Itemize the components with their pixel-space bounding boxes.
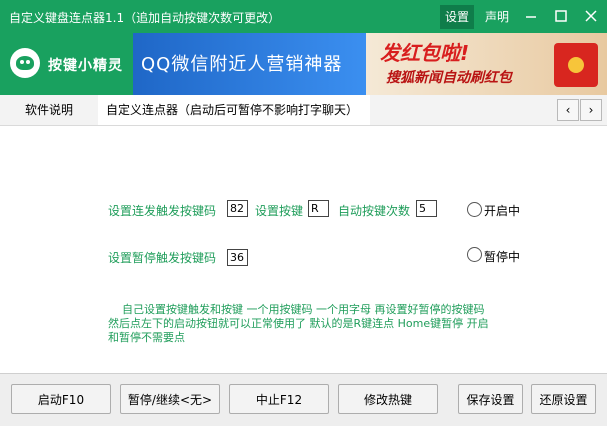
close-button[interactable] [576, 0, 606, 33]
tab-bar: 软件说明 自定义连点器（启动后可暂停不影响打字聊天） ‹ › [0, 95, 607, 126]
app-logo-icon [10, 48, 40, 78]
red-envelope-icon [554, 43, 598, 87]
restore-settings-button[interactable]: 还原设置 [531, 384, 596, 414]
description-line: 自己设置按键触发和按键 一个用按键码 一个用字母 再设置好暂停的按键码 [108, 303, 485, 316]
header-banner: 按键小精灵 QQ微信附近人营销神器 发红包啦! 搜狐新闻自动刷红包 [0, 33, 607, 95]
ad-banner-hongbao[interactable]: 发红包啦! 搜狐新闻自动刷红包 [366, 33, 607, 95]
status-pause-radio[interactable] [467, 247, 482, 262]
ad-banner-hongbao-title: 发红包啦! [380, 41, 470, 65]
ad-banner-qq[interactable]: QQ微信附近人营销神器 [133, 33, 366, 95]
chevron-left-icon: ‹ [565, 103, 571, 117]
app-name: 按键小精灵 [48, 58, 123, 74]
tab-scroll-right-button[interactable]: › [580, 99, 602, 121]
usage-description: 自己设置按键触发和按键 一个用按键码 一个用字母 再设置好暂停的按键码 然后点左… [108, 303, 548, 345]
pause-resume-button[interactable]: 暂停/继续<无> [120, 384, 220, 414]
set-key-label: 设置按键 [255, 204, 304, 218]
set-key-input[interactable]: R [308, 200, 329, 217]
ad-banner-qq-text: QQ微信附近人营销神器 [141, 54, 343, 75]
status-on-label: 开启中 [484, 204, 521, 218]
auto-count-input[interactable]: 5 [416, 200, 437, 217]
bottom-toolbar: 启动F10 暂停/继续<无> 中止F12 修改热键 保存设置 还原设置 [0, 373, 607, 426]
pause-key-input[interactable]: 36 [227, 249, 248, 266]
maximize-button[interactable] [546, 0, 576, 33]
tab-software-info[interactable]: 软件说明 [0, 95, 98, 125]
app-window: 自定义键盘连点器1.1（追加自动按键次数可更改） 设置 声明 按键小精灵 QQ微… [0, 0, 607, 426]
status-pause-label: 暂停中 [484, 250, 521, 264]
modify-hotkey-button[interactable]: 修改热键 [338, 384, 438, 414]
declare-menu-button[interactable]: 声明 [480, 5, 514, 29]
stop-button[interactable]: 中止F12 [229, 384, 329, 414]
minimize-button[interactable] [516, 0, 546, 33]
maximize-icon [555, 10, 567, 22]
description-line: 然后点左下的启动按钮就可以正常使用了 默认的是R键连点 Home键暂停 开启 [108, 317, 489, 330]
auto-count-label: 自动按键次数 [338, 204, 411, 218]
description-line: 和暂停不需要点 [108, 331, 185, 344]
title-bar[interactable]: 自定义键盘连点器1.1（追加自动按键次数可更改） 设置 声明 [0, 0, 607, 33]
start-button[interactable]: 启动F10 [11, 384, 111, 414]
trigger-key-input[interactable]: 82 [227, 200, 248, 217]
save-settings-button[interactable]: 保存设置 [458, 384, 523, 414]
tab-custom-clicker[interactable]: 自定义连点器（启动后可暂停不影响打字聊天） [98, 95, 370, 125]
settings-menu-button[interactable]: 设置 [440, 5, 474, 29]
minimize-icon [526, 16, 536, 18]
pause-key-label: 设置暂停触发按键码 [108, 251, 217, 265]
close-icon [585, 10, 597, 22]
window-title: 自定义键盘连点器1.1（追加自动按键次数可更改） [9, 11, 281, 25]
tab-scroll-left-button[interactable]: ‹ [557, 99, 579, 121]
ad-banner-hongbao-subtitle: 搜狐新闻自动刷红包 [386, 70, 512, 86]
status-on-radio[interactable] [467, 202, 482, 217]
trigger-key-label: 设置连发触发按键码 [108, 204, 217, 218]
chevron-right-icon: › [588, 103, 594, 117]
